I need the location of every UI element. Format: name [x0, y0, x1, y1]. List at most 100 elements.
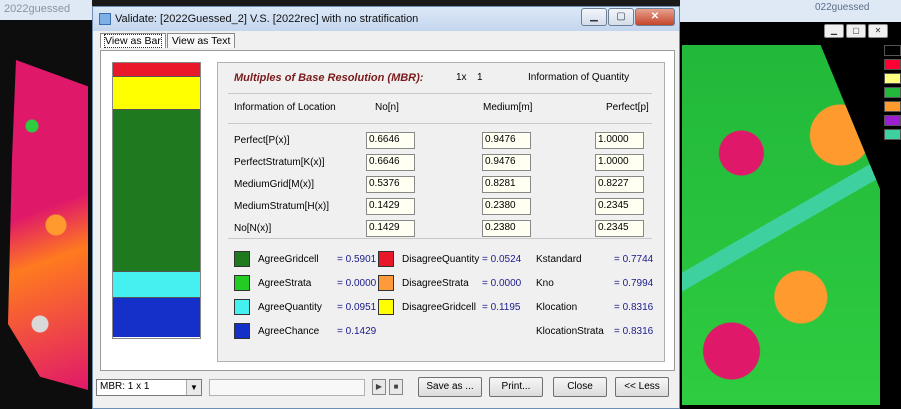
kappa-value: = 0.8316	[614, 302, 654, 313]
mbr-value: 1	[477, 72, 483, 83]
maximize-icon[interactable]: ▢	[846, 24, 866, 38]
tab-view-as-text[interactable]: View as Text	[166, 33, 236, 48]
legend-label: DisagreeGridcell	[402, 302, 476, 313]
dialog-title: Validate: [2022Guessed_2] V.S. [2022rec]…	[115, 13, 419, 25]
less-button[interactable]: << Less	[615, 377, 669, 397]
legend-swatch	[884, 59, 901, 70]
value-perfect: 0.8227	[595, 176, 644, 193]
dialog-titlebar: Validate: [2022Guessed_2] V.S. [2022rec]…	[93, 7, 679, 31]
legend-swatch	[378, 275, 394, 291]
legend-value: = 0.0951	[337, 302, 377, 313]
mbr-select[interactable]: MBR: 1 x 1 ▼	[96, 379, 202, 396]
legend-label: DisagreeQuantity	[402, 254, 480, 265]
validate-dialog: Validate: [2022Guessed_2] V.S. [2022rec]…	[92, 6, 680, 409]
map-image-left	[8, 60, 88, 390]
legend-swatch	[884, 115, 901, 126]
value-medium: 0.9476	[482, 132, 531, 149]
legend-swatch	[378, 251, 394, 267]
background-window-title-right: 022guessed	[815, 2, 870, 13]
legend-value: = 0.0000	[337, 278, 377, 289]
save-as-button[interactable]: Save as ...	[418, 377, 482, 397]
stop-icon[interactable]: ■	[389, 379, 403, 395]
row-label: MediumGrid[M(x)]	[234, 179, 315, 190]
tab-view-as-bar[interactable]: View as Bar	[100, 33, 166, 48]
row-label: MediumStratum[H(x)]	[234, 201, 330, 212]
print-button[interactable]: Print...	[489, 377, 543, 397]
column-header-medium: Medium[m]	[483, 102, 533, 113]
legend-swatch	[234, 251, 250, 267]
legend-swatch	[884, 45, 901, 56]
close-button[interactable]: Close	[553, 377, 607, 397]
value-medium: 0.2380	[482, 198, 531, 215]
kappa-value: = 0.7994	[614, 278, 654, 289]
info-location-header: Information of Location	[234, 102, 336, 113]
row-label: Perfect[P(x)]	[234, 135, 290, 146]
legend-swatch	[234, 275, 250, 291]
value-no: 0.6646	[366, 132, 415, 149]
minimize-button[interactable]: ▁	[581, 8, 607, 26]
legend-value: = 0.0000	[482, 278, 522, 289]
bar-segment	[113, 272, 200, 298]
divider	[228, 238, 652, 239]
legend-value: = 0.1429	[337, 326, 377, 337]
background-window-title-left: 2022guessed	[0, 0, 92, 20]
divider	[228, 93, 652, 94]
value-no: 0.5376	[366, 176, 415, 193]
value-perfect: 1.0000	[595, 132, 644, 149]
mbr-multiplier-label: 1x	[456, 72, 467, 83]
column-header-perfect: Perfect[p]	[606, 102, 649, 113]
statistics-group: Multiples of Base Resolution (MBR): 1x 1…	[217, 62, 665, 362]
legend-value: = 0.5901	[337, 254, 377, 265]
kappa-value: = 0.7744	[614, 254, 654, 265]
legend-swatch	[884, 101, 901, 112]
status-field	[209, 379, 365, 396]
info-quantity-header: Information of Quantity	[528, 72, 630, 83]
legend-label: AgreeGridcell	[258, 254, 319, 265]
close-icon[interactable]: ✕	[868, 24, 888, 38]
maximize-button[interactable]: ▢	[608, 8, 634, 26]
row-label: No[N(x)]	[234, 223, 272, 234]
column-header-no: No[n]	[375, 102, 399, 113]
legend-swatch	[378, 299, 394, 315]
bar-segment	[113, 63, 200, 77]
legend-swatch	[234, 323, 250, 339]
bar-segment	[113, 77, 200, 110]
bar-segment	[113, 298, 200, 337]
value-medium: 0.9476	[482, 154, 531, 171]
legend-value: = 0.0524	[482, 254, 522, 265]
kappa-label: Klocation	[536, 302, 578, 313]
kappa-value: = 0.8316	[614, 326, 654, 337]
value-medium: 0.2380	[482, 220, 531, 237]
legend-swatch	[884, 129, 901, 140]
app-icon	[99, 13, 111, 25]
legend-swatch	[884, 73, 901, 84]
kappa-label: Kno	[536, 278, 554, 289]
chevron-down-icon[interactable]: ▼	[186, 380, 201, 395]
minimize-icon[interactable]: ▁	[824, 24, 844, 38]
value-no: 0.6646	[366, 154, 415, 171]
legend-label: DisagreeStrata	[402, 278, 469, 289]
kappa-label: KlocationStrata	[536, 326, 604, 337]
background-window-controls: ▁ ▢ ✕	[824, 24, 888, 38]
legend-value: = 0.1195	[482, 302, 521, 313]
value-perfect: 1.0000	[595, 154, 644, 171]
play-icon[interactable]: ▶	[372, 379, 386, 395]
kappa-label: Kstandard	[536, 254, 582, 265]
legend-label: AgreeQuantity	[258, 302, 322, 313]
value-no: 0.1429	[366, 198, 415, 215]
value-perfect: 0.2345	[595, 220, 644, 237]
value-no: 0.1429	[366, 220, 415, 237]
legend-swatch	[234, 299, 250, 315]
value-medium: 0.8281	[482, 176, 531, 193]
tab-panel: Multiples of Base Resolution (MBR): 1x 1…	[100, 50, 675, 371]
legend-swatch	[884, 87, 901, 98]
divider	[228, 123, 652, 124]
mbr-title: Multiples of Base Resolution (MBR):	[234, 72, 424, 84]
value-perfect: 0.2345	[595, 198, 644, 215]
legend-label: AgreeStrata	[258, 278, 312, 289]
bar-segment	[113, 110, 200, 272]
legend-label: AgreeChance	[258, 326, 320, 337]
row-label: PerfectStratum[K(x)]	[234, 157, 325, 168]
close-window-button[interactable]: ✕	[635, 8, 675, 26]
stacked-bar	[112, 62, 201, 339]
